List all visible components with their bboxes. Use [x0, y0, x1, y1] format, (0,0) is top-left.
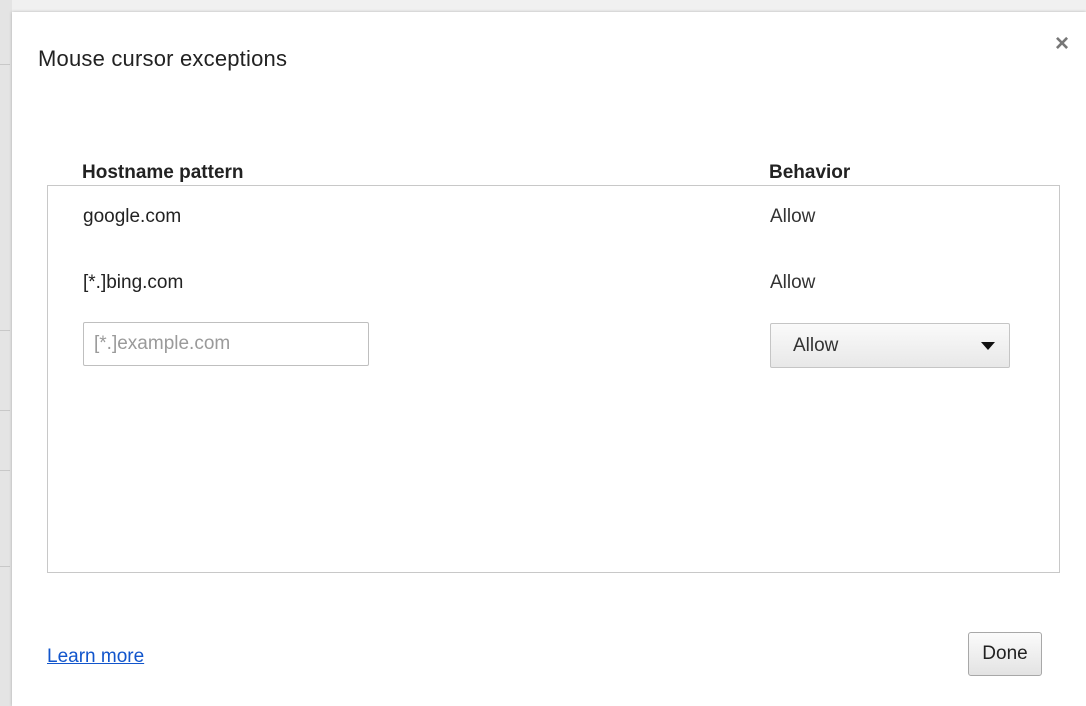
list-item[interactable]: [*.]bing.com Allow: [48, 252, 1059, 312]
backdrop-divider: [0, 330, 10, 331]
hostname-text: [*.]bing.com: [83, 272, 184, 293]
behavior-text: Allow: [770, 206, 816, 227]
chevron-down-icon: [981, 342, 995, 350]
hostname-pattern-input[interactable]: [83, 322, 369, 366]
done-button[interactable]: Done: [968, 632, 1042, 676]
behavior-column-header: Behavior: [769, 162, 851, 183]
backdrop-divider: [0, 410, 10, 411]
list-item[interactable]: google.com Allow: [48, 186, 1059, 246]
hostname-column-header: Hostname pattern: [82, 162, 244, 183]
exceptions-dialog: Mouse cursor exceptions × Hostname patte…: [12, 12, 1086, 706]
hostname-text: google.com: [83, 206, 182, 227]
behavior-select[interactable]: Allow: [770, 323, 1010, 368]
backdrop-divider: [0, 566, 10, 567]
close-icon[interactable]: ×: [1050, 32, 1074, 56]
dialog-title: Mouse cursor exceptions: [38, 46, 288, 71]
backdrop-edge: [0, 0, 12, 706]
behavior-text: Allow: [770, 272, 816, 293]
behavior-select-value: Allow: [793, 335, 839, 356]
backdrop-divider: [0, 64, 10, 65]
exceptions-list: google.com Allow [*.]bing.com Allow Allo…: [47, 185, 1060, 573]
backdrop-divider: [0, 470, 10, 471]
learn-more-link[interactable]: Learn more: [47, 646, 144, 668]
